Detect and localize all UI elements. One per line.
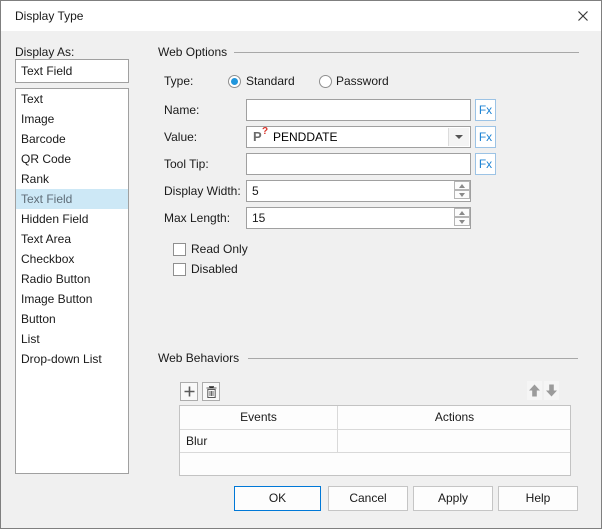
list-item-drop-down-list[interactable]: Drop-down List [16,349,128,369]
web-options-divider [234,52,579,53]
behaviors-table: Events Actions Blur [179,405,571,476]
trash-icon [206,385,216,398]
list-item-rank[interactable]: Rank [16,169,128,189]
name-fx-button[interactable]: Fx [475,99,496,121]
list-item-text[interactable]: Text [16,89,128,109]
cancel-button[interactable]: Cancel [328,486,408,511]
up-arrow-icon [529,384,540,397]
stepper-up-button[interactable] [454,208,470,217]
list-item-list[interactable]: List [16,329,128,349]
stepper-down-button[interactable] [454,217,470,226]
events-column-header: Events [180,406,338,430]
read-only-label: Read Only [191,242,248,256]
event-cell[interactable]: Blur [180,430,338,453]
display-width-label: Display Width: [164,184,241,198]
fx-icon: Fx [478,103,493,117]
close-button[interactable] [567,1,599,31]
tooltip-label: Tool Tip: [164,157,209,171]
up-arrow-icon [459,210,465,215]
chevron-down-icon [455,135,463,139]
list-item-button[interactable]: Button [16,309,128,329]
stepper-down-button[interactable] [454,190,470,199]
read-only-checkbox[interactable] [173,243,186,256]
list-item-barcode[interactable]: Barcode [16,129,128,149]
tooltip-fx-button[interactable]: Fx [475,153,496,175]
help-button[interactable]: Help [498,486,578,511]
close-icon [578,11,588,21]
dropdown-arrow-button[interactable] [448,128,469,146]
value-dropdown-text: PENDDATE [273,130,338,144]
disabled-label: Disabled [191,262,238,276]
max-length-stepper [454,208,470,226]
add-behavior-button[interactable] [180,382,198,401]
stepper-up-button[interactable] [454,181,470,190]
apply-button[interactable]: Apply [413,486,493,511]
fx-icon: Fx [478,130,493,144]
list-item-text-field[interactable]: Text Field [16,189,128,209]
dialog-title: Display Type [15,9,84,23]
password-radio[interactable] [319,75,332,88]
type-label: Type: [164,74,194,88]
disabled-checkbox[interactable] [173,263,186,276]
down-arrow-icon [459,219,465,224]
plus-icon [184,386,194,397]
max-length-input[interactable] [246,207,471,229]
parameter-field-icon: P ? [253,126,269,144]
display-as-field[interactable] [15,59,129,83]
password-radio-label: Password [336,74,389,88]
list-item-hidden-field[interactable]: Hidden Field [16,209,128,229]
name-input[interactable] [246,99,471,121]
display-type-dialog: Display Type Display As: Text Image Barc… [0,0,602,529]
action-cell[interactable] [339,430,570,453]
list-item-image[interactable]: Image [16,109,128,129]
name-label: Name: [164,103,200,117]
list-item-text-area[interactable]: Text Area [16,229,128,249]
web-behaviors-title: Web Behaviors [158,351,240,365]
display-width-stepper [454,181,470,199]
web-behaviors-divider [248,358,578,359]
titlebar: Display Type [1,1,601,31]
value-fx-button[interactable]: Fx [475,126,496,148]
tooltip-input[interactable] [246,153,471,175]
ok-button[interactable]: OK [234,486,321,511]
list-item-checkbox[interactable]: Checkbox [16,249,128,269]
table-row[interactable]: Blur [180,430,570,453]
list-item-image-button[interactable]: Image Button [16,289,128,309]
standard-radio-label: Standard [246,74,295,88]
actions-column-header: Actions [434,410,475,424]
list-item-qr-code[interactable]: QR Code [16,149,128,169]
delete-behavior-button[interactable] [202,382,220,401]
fx-icon: Fx [478,157,493,171]
move-up-button[interactable] [527,381,542,400]
up-arrow-icon [459,183,465,188]
down-arrow-icon [459,192,465,197]
standard-radio[interactable] [228,75,241,88]
down-arrow-icon [546,384,557,397]
web-options-title: Web Options [158,45,228,59]
value-label: Value: [164,130,198,144]
display-as-label: Display As: [15,45,75,59]
behaviors-table-header: Events Actions [180,406,570,430]
display-width-input[interactable] [246,180,471,202]
list-item-radio-button[interactable]: Radio Button [16,269,128,289]
move-down-button[interactable] [544,381,559,400]
max-length-label: Max Length: [164,211,231,225]
value-dropdown[interactable]: P ? PENDDATE [246,126,471,148]
display-type-list: Text Image Barcode QR Code Rank Text Fie… [15,88,129,474]
